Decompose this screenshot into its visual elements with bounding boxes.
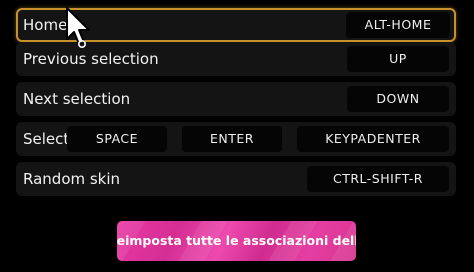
key-cap-enter[interactable]: ENTER: [182, 126, 282, 152]
key-cap-space[interactable]: SPACE: [67, 126, 167, 152]
binding-row-select[interactable]: Select SPACE ENTER KEYPADENTER: [16, 122, 456, 156]
reset-all-bindings-label: Reimposta tutte le associazioni della se…: [117, 233, 356, 248]
key-cap-alt-home[interactable]: ALT-HOME: [346, 12, 450, 38]
binding-label-random-skin: Random skin: [23, 170, 121, 188]
binding-label-previous-selection: Previous selection: [23, 50, 159, 68]
reset-all-bindings-button[interactable]: Reimposta tutte le associazioni della se…: [117, 221, 356, 261]
mouse-pointer-icon: [66, 7, 90, 48]
binding-row-next-selection[interactable]: Next selection DOWN: [16, 82, 456, 116]
binding-row-random-skin[interactable]: Random skin CTRL-SHIFT-R: [16, 162, 456, 196]
binding-label-select: Select: [23, 130, 67, 148]
binding-label-home: Home: [23, 16, 68, 34]
key-cap-keypadenter[interactable]: KEYPADENTER: [297, 126, 449, 152]
binding-label-next-selection: Next selection: [23, 90, 131, 108]
key-cap-up[interactable]: UP: [347, 46, 449, 72]
key-cap-down[interactable]: DOWN: [347, 86, 449, 112]
key-cap-ctrl-shift-r[interactable]: CTRL-SHIFT-R: [307, 166, 449, 192]
